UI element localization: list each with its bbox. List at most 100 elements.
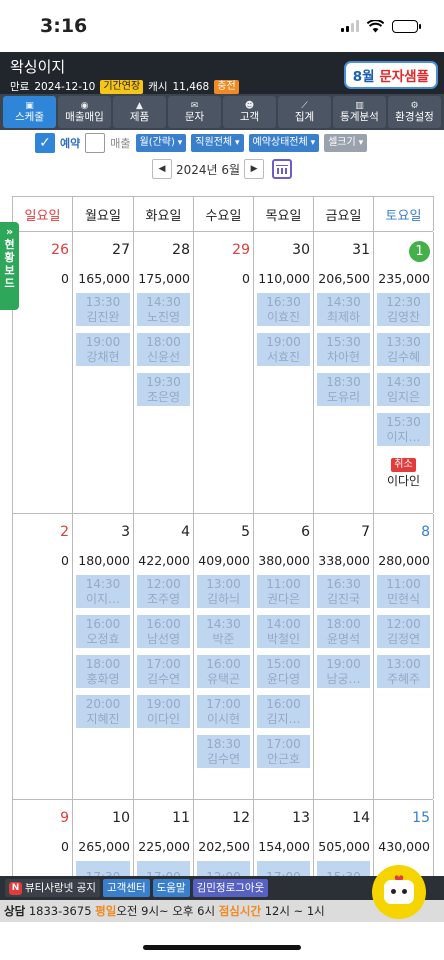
cancelled-appointment[interactable]: 취소 bbox=[377, 452, 430, 472]
appointment-time: 14:30 bbox=[386, 374, 421, 389]
day-cell[interactable]: 7 338,000 16:30 김진국 18:00 윤명석 19:00 남궁… bbox=[314, 514, 374, 799]
charge-button[interactable]: 충전 bbox=[214, 79, 239, 94]
appointment-chip[interactable]: 13:30 김수혜 bbox=[377, 333, 430, 366]
appointment-chip[interactable]: 17:00 안근호 bbox=[257, 735, 310, 768]
day-sales-amount: 409,000 bbox=[198, 553, 250, 568]
appointment-chip[interactable]: 12:30 김영찬 bbox=[377, 293, 430, 326]
month-label: 2024년 6월 bbox=[175, 162, 241, 177]
appointment-customer: 도유리 bbox=[326, 389, 361, 404]
menu-item-product[interactable]: ▲ 제품 bbox=[113, 96, 166, 128]
day-cell[interactable]: 28 175,000 14:30 노진영 18:00 신윤선 19:30 조은영 bbox=[134, 232, 194, 513]
day-cell[interactable]: 5 409,000 13:00 김하늬 14:30 박준 16:00 유택곤 17:00 이시현 1… bbox=[194, 514, 254, 799]
weekday-header-cell: 화요일 bbox=[134, 196, 194, 231]
appointment-chip[interactable]: 12:00 조주영 bbox=[137, 575, 190, 608]
notice-button[interactable]: N 뷰티사랑넷 공지 bbox=[5, 879, 100, 897]
appointment-chip[interactable]: 14:30 임지은 bbox=[377, 373, 430, 406]
appointment-time: 13:30 bbox=[386, 334, 421, 349]
menu-item-customers[interactable]: ☻ 고객 bbox=[223, 96, 276, 128]
appointment-chip[interactable]: 16:00 남선영 bbox=[137, 615, 190, 648]
menu-item-won[interactable]: ◉ 매출매입 bbox=[58, 96, 111, 128]
appointment-customer: 김수연 bbox=[206, 751, 241, 766]
appointment-chip[interactable]: 16:00 오정효 bbox=[76, 615, 130, 648]
reservation-checkbox[interactable]: ✓ bbox=[35, 133, 55, 153]
appointment-customer: 유택곤 bbox=[206, 671, 241, 686]
menu-item-gear[interactable]: ⚙ 환경설정 bbox=[388, 96, 441, 128]
day-cell[interactable]: 31 206,500 14:30 최제하 15:30 차아현 18:30 도유리 bbox=[314, 232, 374, 513]
day-number: 2 bbox=[60, 524, 69, 540]
appointment-chip[interactable]: 13:30 김진완 bbox=[76, 293, 130, 326]
appointment-chip[interactable]: 18:00 윤명석 bbox=[317, 615, 370, 648]
appointment-customer: 조은영 bbox=[146, 389, 181, 404]
extend-button[interactable]: 기간연장 bbox=[100, 79, 144, 94]
day-cell[interactable]: 20 bbox=[13, 514, 73, 799]
appointment-chip[interactable]: 11:00 민현식 bbox=[377, 575, 430, 608]
view-select[interactable]: 월(간략) bbox=[135, 134, 187, 152]
appointment-chip[interactable]: 14:30 최제하 bbox=[317, 293, 370, 326]
day-cell[interactable]: 29 0 bbox=[194, 232, 254, 513]
day-cell[interactable]: 4 422,000 12:00 조주영 16:00 남선영 17:00 김수연 19:00 이다인 bbox=[134, 514, 194, 799]
menu-item-mail[interactable]: ✉ 문자 bbox=[168, 96, 221, 128]
appointment-chip[interactable]: 14:30 노진영 bbox=[137, 293, 190, 326]
day-cell[interactable]: 30 110,000 16:30 이효진 19:00 서효진 bbox=[254, 232, 314, 513]
menu-item-label: 집계 bbox=[294, 111, 315, 123]
appointment-customer: 홍화영 bbox=[86, 671, 120, 686]
appointment-chip[interactable]: 18:00 신윤선 bbox=[137, 333, 190, 366]
menu-item-line-chart[interactable]: ⟋ 집계 bbox=[278, 96, 331, 128]
appointment-chip[interactable]: 15:00 윤다영 bbox=[257, 655, 310, 688]
sms-sample-banner[interactable]: 8월 문자샘플 bbox=[343, 61, 438, 89]
next-month-button[interactable]: ▶ bbox=[244, 159, 265, 179]
appointment-chip[interactable]: 18:00 홍화영 bbox=[76, 655, 130, 688]
appointment-chip[interactable]: 14:30 박준 bbox=[197, 615, 250, 648]
appointment-chip[interactable]: 14:30 이지… bbox=[76, 575, 130, 608]
appointment-chip[interactable]: 13:00 김하늬 bbox=[197, 575, 250, 608]
calendar-picker-icon[interactable] bbox=[272, 159, 293, 179]
appointment-chip[interactable]: 11:00 권다은 bbox=[257, 575, 310, 608]
appointment-chip[interactable]: 19:00 이다인 bbox=[137, 695, 190, 728]
menu-item-calendar[interactable]: ▣ 스케줄 bbox=[3, 96, 56, 128]
appointment-chip[interactable]: 16:30 이효진 bbox=[257, 293, 310, 326]
appointment-chip[interactable]: 18:30 도유리 bbox=[317, 373, 370, 406]
appointment-time: 15:00 bbox=[266, 656, 301, 671]
day-cell[interactable]: 6 380,000 11:00 권다은 14:00 박철인 15:00 윤다영 16:00 김지…… bbox=[254, 514, 314, 799]
day-cell[interactable]: 26 0 bbox=[13, 232, 73, 513]
appointment-chip[interactable]: 19:00 서효진 bbox=[257, 333, 310, 366]
appointment-chip[interactable]: 15:30 이지… bbox=[377, 413, 430, 446]
day-sales-amount: 110,000 bbox=[258, 271, 310, 286]
appointment-chip[interactable]: 15:30 차아현 bbox=[317, 333, 370, 366]
appointment-chip[interactable]: 17:00 김수연 bbox=[137, 655, 190, 688]
appointment-chip[interactable]: 17:00 이시현 bbox=[197, 695, 250, 728]
appointment-time: 16:30 bbox=[326, 576, 361, 591]
appointment-chip[interactable]: 19:00 강채현 bbox=[76, 333, 130, 366]
appointment-chip[interactable]: 19:00 남궁… bbox=[317, 655, 370, 688]
day-cell[interactable]: 3 180,000 14:30 이지… 16:00 오정효 18:00 홍화영 20:00 지혜진 bbox=[73, 514, 134, 799]
appointment-time: 12:30 bbox=[386, 294, 421, 309]
logout-button[interactable]: 김민정로그아웃 bbox=[192, 879, 269, 897]
appointment-chip[interactable]: 19:30 조은영 bbox=[137, 373, 190, 406]
status-select[interactable]: 예약상태전체 bbox=[248, 134, 320, 152]
appointment-chip[interactable]: 14:00 박철인 bbox=[257, 615, 310, 648]
appointment-chip[interactable]: 18:30 김수연 bbox=[197, 735, 250, 768]
appointment-chip[interactable]: 13:00 주혜주 bbox=[377, 655, 430, 688]
appointment-chip[interactable]: 16:30 김진국 bbox=[317, 575, 370, 608]
reservation-label: 예약 bbox=[60, 137, 81, 150]
day-cell[interactable]: 1 235,000 12:30 김영찬 13:30 김수혜 14:30 임지은 15:30 이지…… bbox=[374, 232, 434, 513]
day-cell[interactable]: 27 165,000 13:30 김진완 19:00 강채현 bbox=[73, 232, 134, 513]
month-nav: ◀ 2024년 6월 ▶ bbox=[0, 157, 444, 181]
cell-size-select[interactable]: 셀크기 bbox=[324, 134, 368, 152]
prev-month-button[interactable]: ◀ bbox=[151, 159, 172, 179]
help-button[interactable]: 도움말 bbox=[152, 879, 190, 897]
chatbot-button[interactable]: ♥ bbox=[372, 865, 426, 919]
staff-select[interactable]: 직원전체 bbox=[191, 134, 244, 152]
appointment-customer: 민현식 bbox=[386, 591, 421, 606]
appointment-chip[interactable]: 12:00 김정연 bbox=[377, 615, 430, 648]
appointment-chip[interactable]: 20:00 지혜진 bbox=[76, 695, 130, 728]
appointment-time: 11:00 bbox=[386, 576, 421, 591]
menu-item-bar-chart[interactable]: ▥ 통계분석 bbox=[333, 96, 386, 128]
sales-checkbox[interactable] bbox=[85, 133, 106, 153]
appointment-time: 15:30 bbox=[326, 334, 361, 349]
appointment-chip[interactable]: 16:00 김지… bbox=[257, 695, 310, 728]
appointment-chip[interactable]: 16:00 유택곤 bbox=[197, 655, 250, 688]
day-cell[interactable]: 8 280,000 11:00 민현식 12:00 김정연 13:00 주혜주 bbox=[374, 514, 434, 799]
status-board-tab[interactable]: » 현황보드 bbox=[0, 222, 19, 310]
support-button[interactable]: 고객센터 bbox=[102, 879, 150, 897]
